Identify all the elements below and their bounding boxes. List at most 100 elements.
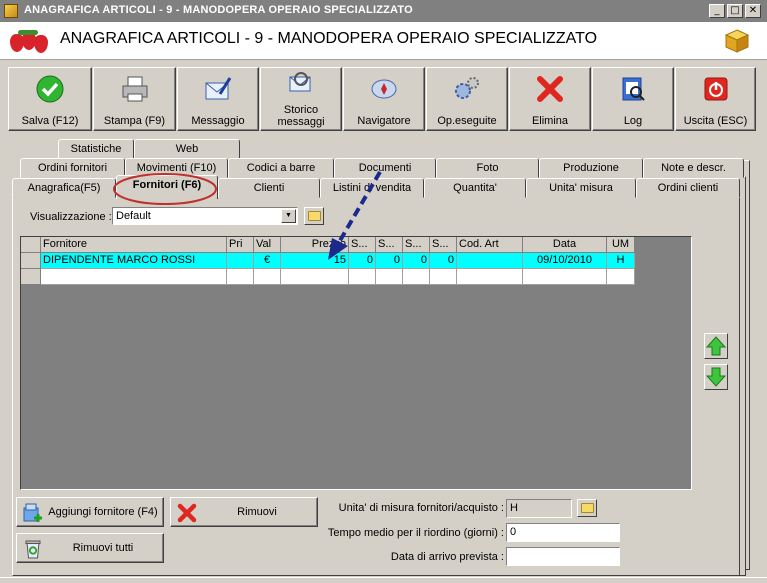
grid-corner [21, 237, 41, 253]
um-label: Unita' di misura fornitori/acquisto : [338, 502, 504, 514]
row-indicator[interactable] [21, 253, 41, 269]
remove-all-button[interactable]: Rimuovi tutti [16, 533, 164, 563]
col-header-cod-art[interactable]: Cod. Art [457, 237, 523, 253]
mail-search-icon [287, 70, 315, 99]
message-history-button[interactable]: Storico messaggi [260, 67, 342, 131]
suppliers-grid[interactable]: Fornitore Pri Val Prezzo S... S... S... … [20, 236, 692, 490]
lead-time-field[interactable]: 0 [506, 523, 620, 542]
new-row-indicator[interactable] [21, 269, 41, 285]
annotation-circle [113, 173, 217, 205]
window-title: ANAGRAFICA ARTICOLI - 9 - MANODOPERA OPE… [24, 4, 413, 16]
message-history-label: Storico messaggi [261, 104, 341, 128]
new-row-cell[interactable] [41, 269, 227, 285]
move-down-button[interactable] [704, 364, 728, 390]
delete-x-icon [535, 74, 565, 107]
col-header-pri[interactable]: Pri [227, 237, 254, 253]
new-row-cell[interactable] [349, 269, 376, 285]
um-folder-button[interactable] [577, 499, 597, 517]
tab-statistiche[interactable]: Statistiche [58, 139, 134, 159]
message-button[interactable]: Messaggio [177, 67, 259, 131]
tab-quantita[interactable]: Quantita' [424, 178, 526, 198]
move-up-button[interactable] [704, 333, 728, 359]
maximize-button[interactable]: □ [727, 4, 743, 18]
status-bar [0, 577, 767, 583]
cell-cod-art[interactable] [457, 253, 523, 269]
mail-icon [203, 74, 233, 107]
tab-web[interactable]: Web [134, 139, 240, 159]
message-history-label-line1: Storico [283, 104, 319, 116]
tab-anagrafica[interactable]: Anagrafica(F5) [12, 178, 116, 198]
cell-s4[interactable]: 0 [430, 253, 457, 269]
new-row-cell[interactable] [607, 269, 635, 285]
new-row-cell[interactable] [403, 269, 430, 285]
tab-unita-misura[interactable]: Unita' misura [526, 178, 636, 198]
arrival-date-label: Data di arrivo prevista : [390, 551, 504, 563]
close-button[interactable]: ✕ [745, 4, 761, 18]
message-button-label: Messaggio [191, 115, 245, 127]
print-button-label: Stampa (F9) [103, 115, 166, 127]
col-header-data[interactable]: Data [523, 237, 607, 253]
operations-button-label: Op.eseguite [437, 115, 497, 127]
cell-pri[interactable] [227, 253, 254, 269]
tab-foto[interactable]: Foto [436, 158, 539, 178]
col-header-fornitore[interactable]: Fornitore [41, 237, 227, 253]
tab-produzione[interactable]: Produzione [539, 158, 643, 178]
new-row-cell[interactable] [281, 269, 349, 285]
annotation-arrow [328, 170, 382, 260]
exit-button[interactable]: Uscita (ESC) [675, 67, 756, 131]
arrow-down-icon [705, 367, 727, 387]
save-button-label: Salva (F12) [21, 115, 79, 127]
toolbar: Salva (F12) Stampa (F9) Messaggio Storic… [8, 67, 756, 131]
new-row-cell[interactable] [376, 269, 403, 285]
arrival-date-field[interactable] [506, 547, 620, 566]
remove-all-label: Rimuovi tutti [72, 542, 134, 554]
lead-time-label: Tempo medio per il riordino (giorni) : [327, 527, 504, 539]
box-icon [724, 28, 750, 54]
log-button[interactable]: Log [592, 67, 674, 131]
view-label: Visualizzazione : [30, 211, 112, 223]
operations-button[interactable]: Op.eseguite [426, 67, 508, 131]
delete-button[interactable]: Elimina [509, 67, 591, 131]
tab-codici-a-barre[interactable]: Codici a barre [228, 158, 334, 178]
minimize-button[interactable]: _ [709, 4, 725, 18]
new-row-cell[interactable] [457, 269, 523, 285]
exit-icon [701, 74, 731, 107]
strawberry-logo-icon [8, 30, 48, 54]
delete-x-icon [177, 503, 197, 523]
chevron-down-icon[interactable]: ▼ [281, 209, 296, 223]
print-button[interactable]: Stampa (F9) [93, 67, 176, 131]
view-select-value: Default [116, 210, 151, 222]
cell-data[interactable]: 09/10/2010 [523, 253, 607, 269]
tab-note-e-descr[interactable]: Note e descr. [643, 158, 744, 178]
col-header-s4[interactable]: S... [430, 237, 457, 253]
remove-button[interactable]: Rimuovi [170, 497, 318, 527]
new-row-cell[interactable] [523, 269, 607, 285]
header: ANAGRAFICA ARTICOLI - 9 - MANODOPERA OPE… [0, 22, 767, 60]
new-row-cell[interactable] [430, 269, 457, 285]
delete-button-label: Elimina [531, 115, 569, 127]
navigator-button[interactable]: Navigatore [343, 67, 425, 131]
add-supplier-button[interactable]: Aggiungi fornitore (F4) [16, 497, 164, 527]
cell-val[interactable]: € [254, 253, 281, 269]
cell-fornitore[interactable]: DIPENDENTE MARCO ROSSI [41, 253, 227, 269]
col-header-um[interactable]: UM [607, 237, 635, 253]
tab-ordini-clienti[interactable]: Ordini clienti [636, 178, 740, 198]
new-row-cell[interactable] [227, 269, 254, 285]
message-history-label-line2: messaggi [277, 116, 325, 128]
log-icon [618, 74, 648, 107]
new-row-cell[interactable] [254, 269, 281, 285]
col-header-val[interactable]: Val [254, 237, 281, 253]
title-bar: ANAGRAFICA ARTICOLI - 9 - MANODOPERA OPE… [0, 0, 767, 22]
view-select[interactable]: Default ▼ [112, 207, 298, 225]
col-header-s3[interactable]: S... [403, 237, 430, 253]
lead-time-value: 0 [510, 526, 517, 538]
um-field[interactable]: H [506, 499, 572, 518]
folder-icon [581, 503, 594, 513]
app-icon [4, 4, 18, 18]
cell-s3[interactable]: 0 [403, 253, 430, 269]
navigator-button-label: Navigatore [357, 115, 411, 127]
remove-label: Rimuovi [237, 506, 277, 518]
tab-clienti[interactable]: Clienti [218, 178, 320, 198]
save-button[interactable]: Salva (F12) [8, 67, 92, 131]
cell-um[interactable]: H [607, 253, 635, 269]
